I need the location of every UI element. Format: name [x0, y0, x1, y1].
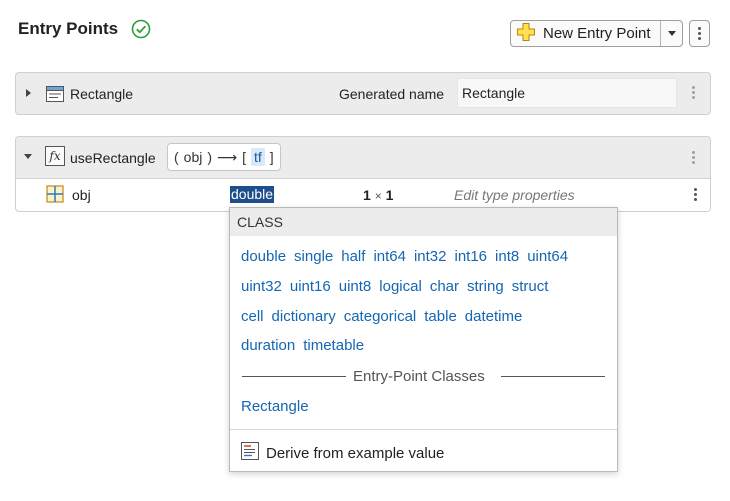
class-option[interactable]: uint16: [290, 278, 331, 295]
new-entry-point-button[interactable]: New Entry Point: [510, 20, 683, 47]
class-dropdown: CLASS double single half int64 int32 int…: [229, 207, 618, 472]
check-circle-icon: [131, 19, 151, 39]
argument-type-field[interactable]: double: [230, 186, 275, 203]
page-title: Entry Points: [18, 19, 119, 38]
entry-point-classes-label: Entry-Point Classes: [353, 368, 485, 385]
new-entry-point-label: New Entry Point: [543, 25, 651, 42]
class-option[interactable]: struct: [512, 278, 549, 295]
divider: [230, 429, 617, 430]
class-option[interactable]: logical: [379, 278, 422, 295]
argument-name: obj: [72, 187, 91, 203]
add-icon: [516, 22, 536, 46]
separator-line: [242, 376, 346, 377]
class-option[interactable]: uint8: [339, 278, 372, 295]
entry-menu-button[interactable]: [692, 151, 695, 164]
size-cols: 1: [385, 187, 394, 203]
class-option[interactable]: dictionary: [272, 308, 336, 325]
argument-size[interactable]: 1 × 1: [363, 187, 393, 203]
signature-open-bracket: [: [242, 149, 246, 165]
argument-icon: [46, 185, 64, 208]
class-option[interactable]: cell: [241, 308, 264, 325]
function-name: useRectangle: [70, 150, 156, 166]
size-rows: 1: [363, 187, 371, 203]
class-icon: [45, 84, 65, 109]
class-option-row: cell dictionary categorical table dateti…: [241, 308, 522, 325]
class-option[interactable]: char: [430, 278, 459, 295]
new-entry-point-dropdown[interactable]: [660, 21, 682, 46]
class-option[interactable]: int8: [495, 248, 519, 265]
class-option-row: double single half int64 int32 int16 int…: [241, 248, 568, 265]
class-option[interactable]: int64: [373, 248, 406, 265]
entry-point-name: Rectangle: [70, 86, 134, 102]
generated-name-field[interactable]: Rectangle: [457, 78, 677, 108]
collapse-arrow-icon[interactable]: [24, 154, 32, 159]
class-option[interactable]: table: [424, 308, 457, 325]
class-option[interactable]: uint64: [527, 248, 568, 265]
signature-close-bracket: ]: [269, 149, 274, 165]
class-option[interactable]: half: [341, 248, 365, 265]
edit-type-properties-link[interactable]: Edit type properties: [454, 187, 575, 203]
class-option[interactable]: duration: [241, 337, 295, 354]
signature-open-paren: (: [174, 149, 179, 165]
signature-arrow: ⟶: [217, 148, 238, 165]
derive-label: Derive from example value: [266, 444, 445, 462]
class-option-rectangle[interactable]: Rectangle: [241, 398, 309, 415]
size-times: ×: [374, 189, 382, 203]
signature-close-paren: ): [207, 149, 213, 165]
argument-menu-button[interactable]: [694, 188, 697, 201]
class-option[interactable]: string: [467, 278, 504, 295]
derive-icon: [240, 441, 260, 465]
more-vertical-icon: [692, 86, 695, 99]
derive-from-example-button[interactable]: Derive from example value: [240, 441, 444, 465]
separator-line: [501, 376, 605, 377]
entry-menu-button[interactable]: [692, 86, 695, 99]
class-option[interactable]: int32: [414, 248, 447, 265]
class-option[interactable]: single: [294, 248, 333, 265]
dropdown-header: CLASS: [230, 208, 617, 236]
class-option-row: duration timetable: [241, 337, 364, 354]
class-option[interactable]: datetime: [465, 308, 523, 325]
chevron-down-icon: [667, 31, 676, 36]
more-vertical-icon: [698, 27, 701, 40]
function-icon: fx: [45, 146, 65, 166]
generated-name-label: Generated name: [339, 86, 445, 102]
signature-input: obj: [183, 149, 203, 165]
class-option[interactable]: double: [241, 248, 286, 265]
function-signature[interactable]: ( obj ) ⟶ [ tf ]: [167, 143, 281, 171]
class-option-row: uint32 uint16 uint8 logical char string …: [241, 278, 548, 295]
class-option[interactable]: int16: [455, 248, 488, 265]
class-option[interactable]: categorical: [344, 308, 417, 325]
class-option[interactable]: uint32: [241, 278, 282, 295]
signature-output: tf: [251, 148, 265, 166]
class-option[interactable]: timetable: [303, 337, 364, 354]
more-vertical-icon: [692, 151, 695, 164]
new-entry-point-main[interactable]: New Entry Point: [511, 21, 660, 46]
more-vertical-icon: [694, 188, 697, 201]
more-options-button[interactable]: [689, 20, 710, 47]
expand-arrow-icon[interactable]: [26, 89, 31, 97]
